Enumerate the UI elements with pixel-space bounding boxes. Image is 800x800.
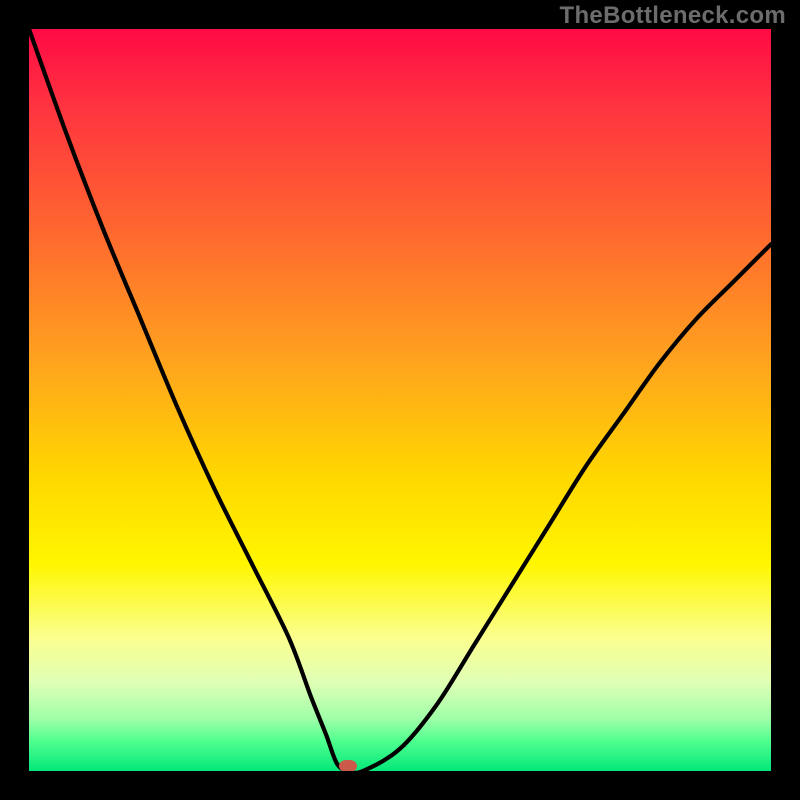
optimal-point-marker (339, 760, 357, 771)
chart-frame: TheBottleneck.com (0, 0, 800, 800)
watermark-text: TheBottleneck.com (560, 2, 786, 30)
plot-area (29, 29, 771, 771)
bottleneck-curve (29, 29, 771, 771)
